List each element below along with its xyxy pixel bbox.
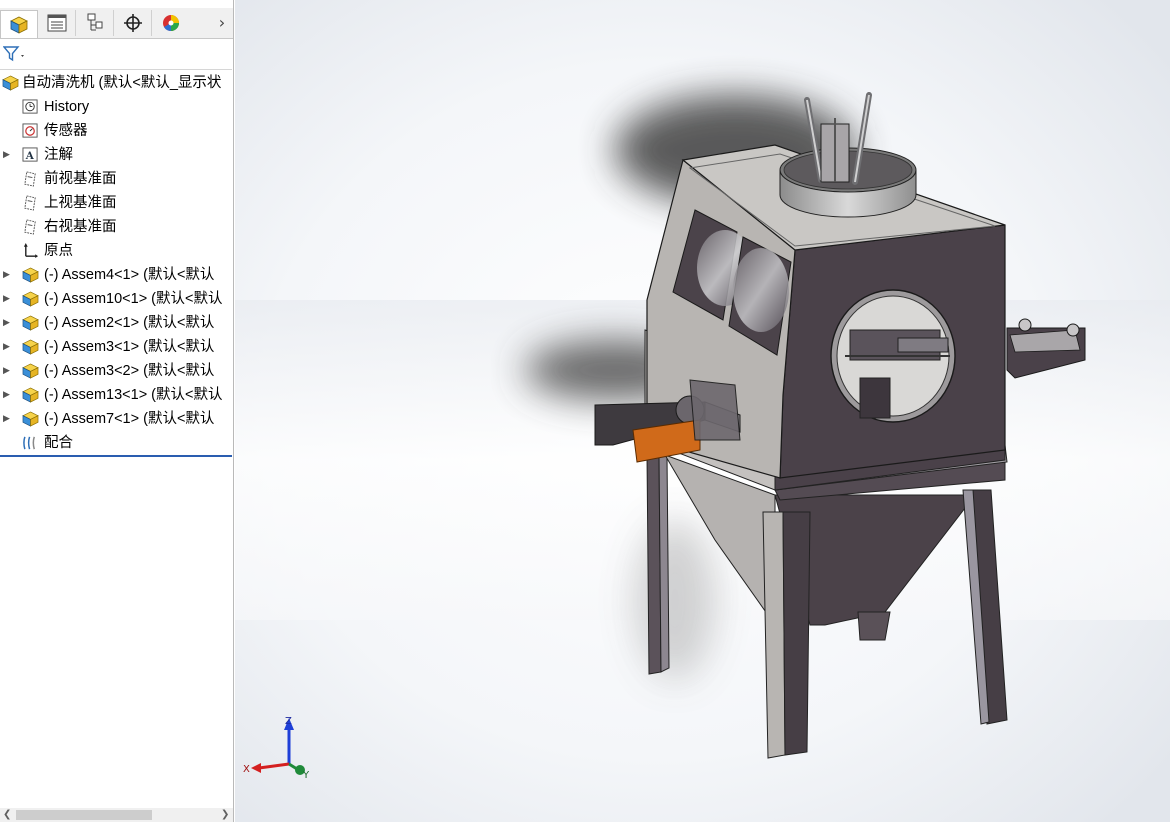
subassembly-icon [22,339,39,355]
expand-arrow-icon[interactable]: ▶ [3,335,13,359]
tree-item[interactable]: 上视基准面 [0,191,233,215]
tree-item-label: History [44,99,90,115]
tree-item-label: (-) Assem4<1> (默认<默认 [44,267,215,283]
tree-item-label: 传感器 [44,123,88,139]
property-manager-icon [47,14,66,32]
triad-z-label: Z [285,716,292,727]
tab-dimxpert-manager[interactable] [114,10,152,36]
feature-manager-panel: › 自动清洗机 (默认<默认_显示状 History 传感器 ▶ A 注解前视基准面上视… [0,0,234,822]
scroll-right-icon[interactable]: ❯ [221,808,229,822]
history-icon [22,99,38,114]
subassembly-icon [22,363,39,379]
tab-configuration-manager[interactable] [76,10,114,36]
tree-item[interactable]: ▶ (-) Assem3<2> (默认<默认 [0,359,233,383]
tree-item-label: 上视基准面 [44,195,117,211]
tree-item[interactable]: History [0,95,233,119]
tree-root-label: 自动清洗机 (默认<默认_显示状 [22,75,222,91]
graphics-viewport[interactable]: Z X Y [235,0,1170,822]
tab-property-manager[interactable] [38,10,76,36]
annotation-icon: A [22,147,38,162]
tree-item[interactable]: 传感器 [0,119,233,143]
triad-x-label: X [243,764,250,775]
tree-item[interactable]: 原点 [0,239,233,263]
subassembly-icon [22,267,39,283]
tree-item[interactable]: 前视基准面 [0,167,233,191]
expand-arrow-icon[interactable]: ▶ [3,287,13,311]
plane-icon [24,171,36,187]
feature-manager-icon [10,16,28,34]
tree-item[interactable]: ▶ (-) Assem2<1> (默认<默认 [0,311,233,335]
subassembly-icon [22,411,39,427]
filter-row [0,39,232,70]
subassembly-icon [22,315,39,331]
triad-y-label: Y [302,770,310,781]
tree-item-label: (-) Assem3<1> (默认<默认 [44,339,215,355]
svg-text:A: A [25,150,35,162]
filter-icon[interactable] [3,46,27,62]
expand-arrow-icon[interactable]: ▶ [3,311,13,335]
sensor-icon [22,123,38,138]
subassembly-icon [22,387,39,403]
scroll-left-icon[interactable]: ❮ [3,808,11,822]
assembly-icon [2,75,19,91]
expand-arrow-icon[interactable]: ▶ [3,359,13,383]
tree-item-label: 注解 [44,147,73,163]
tree-item-label: 右视基准面 [44,219,117,235]
display-manager-icon [163,15,179,32]
feature-tree: 自动清洗机 (默认<默认_显示状 History 传感器 ▶ A 注解前视基准面上视基准… [0,71,233,455]
scroll-thumb[interactable] [16,810,152,820]
tree-item-label: 原点 [44,243,73,259]
tree-item-label: (-) Assem2<1> (默认<默认 [44,315,215,331]
axis-triad: Z X Y [243,716,310,781]
tree-root[interactable]: 自动清洗机 (默认<默认_显示状 [0,71,233,95]
tree-item-label: 配合 [44,435,73,451]
manager-tab-bar: › [0,8,233,39]
tab-display-manager[interactable] [152,10,190,36]
expand-arrow-icon[interactable]: ▶ [3,383,13,407]
tree-item[interactable]: ▶ (-) Assem4<1> (默认<默认 [0,263,233,287]
subassembly-icon [22,291,39,307]
configuration-manager-icon [87,13,102,31]
plane-icon [24,195,36,211]
model-view[interactable] [235,0,1170,822]
chevron-right-icon[interactable]: › [212,12,232,34]
tree-item-label: (-) Assem7<1> (默认<默认 [44,411,215,427]
crosshair-icon [123,14,142,32]
horizontal-scrollbar[interactable]: ❮ ❯ [0,808,233,822]
tree-item[interactable]: ▶ (-) Assem3<1> (默认<默认 [0,335,233,359]
mates-icon [23,436,35,450]
tree-item[interactable]: ▶ (-) Assem7<1> (默认<默认 [0,407,233,431]
tree-item-label: (-) Assem3<2> (默认<默认 [44,363,215,379]
tab-feature-manager[interactable] [0,10,38,38]
tree-item[interactable]: 配合 [0,431,233,455]
origin-icon [23,243,39,259]
plane-icon [24,219,36,235]
tree-end-marker [0,455,232,457]
tree-item[interactable]: ▶ (-) Assem10<1> (默认<默认 [0,287,233,311]
tree-item[interactable]: ▶ A 注解 [0,143,233,167]
tree-item-label: (-) Assem10<1> (默认<默认 [44,291,223,307]
expand-arrow-icon[interactable]: ▶ [3,407,13,431]
expand-arrow-icon[interactable]: ▶ [3,143,13,167]
tree-item-label: (-) Assem13<1> (默认<默认 [44,387,223,403]
tree-item[interactable]: ▶ (-) Assem13<1> (默认<默认 [0,383,233,407]
tree-item[interactable]: 右视基准面 [0,215,233,239]
tree-item-label: 前视基准面 [44,171,117,187]
expand-arrow-icon[interactable]: ▶ [3,263,13,287]
